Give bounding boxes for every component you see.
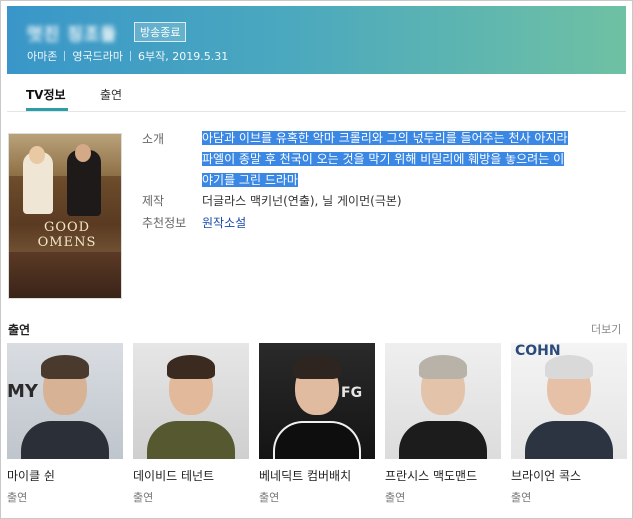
cast-name[interactable]: 브라이언 콕스 <box>511 467 581 484</box>
production-label: 제작 <box>142 194 165 208</box>
program-header: 멋진 징조들 방송종료 아마존 영국드라마 6부작, 2019.5.31 <box>7 6 626 74</box>
tab-tv-info[interactable]: TV정보 <box>26 86 66 103</box>
photo-hair <box>545 355 593 379</box>
photo-body <box>525 421 613 459</box>
program-title: 멋진 징조들 <box>27 25 118 45</box>
cast-card[interactable]: COHN 브라이언 콕스 출연 <box>511 343 627 513</box>
photo-body <box>21 421 109 459</box>
cast-photo[interactable]: FG <box>259 343 375 459</box>
cast-card[interactable]: FG 베네딕트 컴버배치 출연 <box>259 343 375 513</box>
photo-backdrop-text: FG <box>341 385 363 401</box>
cast-card[interactable]: 프란시스 맥도맨드 출연 <box>385 343 501 513</box>
intro-line: 파엘이 종말 후 천국이 오는 것을 막기 위해 비밀리에 훼방을 놓으려는 이 <box>202 152 565 166</box>
cast-photo[interactable] <box>385 343 501 459</box>
photo-hair <box>293 355 341 379</box>
intro-text: 아담과 이브를 유혹한 악마 크롤리와 그의 넋두리를 들어주는 천사 아지라 … <box>202 128 607 191</box>
cast-name[interactable]: 마이클 쉰 <box>7 467 55 484</box>
poster-title: GOOD OMENS <box>37 220 97 250</box>
tab-cast[interactable]: 출연 <box>100 86 122 103</box>
cast-role: 출연 <box>133 491 154 504</box>
poster-image[interactable]: GOOD OMENS <box>8 133 122 299</box>
poster-head-demon <box>75 144 91 162</box>
active-tab-indicator <box>26 108 68 111</box>
program-meta: 아마존 영국드라마 6부작, 2019.5.31 <box>27 48 228 64</box>
photo-body <box>399 421 487 459</box>
cast-role: 출연 <box>385 491 406 504</box>
cast-name[interactable]: 데이비드 테넌트 <box>133 467 214 484</box>
cast-section-title: 출연 <box>8 323 31 337</box>
photo-hair <box>167 355 215 379</box>
photo-body <box>147 421 235 459</box>
cast-card[interactable]: 데이비드 테넌트 출연 <box>133 343 249 513</box>
cast-name[interactable]: 프란시스 맥도맨드 <box>385 467 477 484</box>
photo-hair <box>419 355 467 379</box>
meta-episodes: 6부작, 2019.5.31 <box>137 50 229 63</box>
meta-divider <box>64 51 66 61</box>
meta-divider <box>129 51 131 61</box>
recommend-label: 추천정보 <box>142 216 187 230</box>
status-badge: 방송종료 <box>134 22 187 42</box>
photo-body <box>273 421 361 459</box>
intro-line: 야기를 그린 드라마 <box>202 173 298 187</box>
cast-photo[interactable]: MY F <box>7 343 123 459</box>
poster-head-angel <box>29 146 45 164</box>
cast-name[interactable]: 베네딕트 컴버배치 <box>259 467 351 484</box>
cast-photo[interactable]: COHN <box>511 343 627 459</box>
intro-label: 소개 <box>142 132 165 146</box>
intro-line: 아담과 이브를 유혹한 악마 크롤리와 그의 넋두리를 들어주는 천사 아지라 <box>202 131 568 145</box>
production-value: 더글라스 맥키넌(연출), 닐 게이먼(극본) <box>202 194 402 208</box>
recommend-link[interactable]: 원작소설 <box>202 214 246 231</box>
cast-role: 출연 <box>259 491 280 504</box>
cast-role: 출연 <box>7 491 28 504</box>
photo-hair <box>41 355 89 379</box>
cast-photo[interactable] <box>133 343 249 459</box>
poster-crowd <box>9 252 121 298</box>
tab-bar: TV정보 출연 <box>7 75 626 112</box>
meta-channel: 아마존 <box>27 50 58 63</box>
meta-genre: 영국드라마 <box>72 50 123 63</box>
cast-role: 출연 <box>511 491 532 504</box>
cast-card[interactable]: MY F 마이클 쉰 출연 <box>7 343 123 513</box>
more-link[interactable]: 더보기 <box>591 321 621 337</box>
